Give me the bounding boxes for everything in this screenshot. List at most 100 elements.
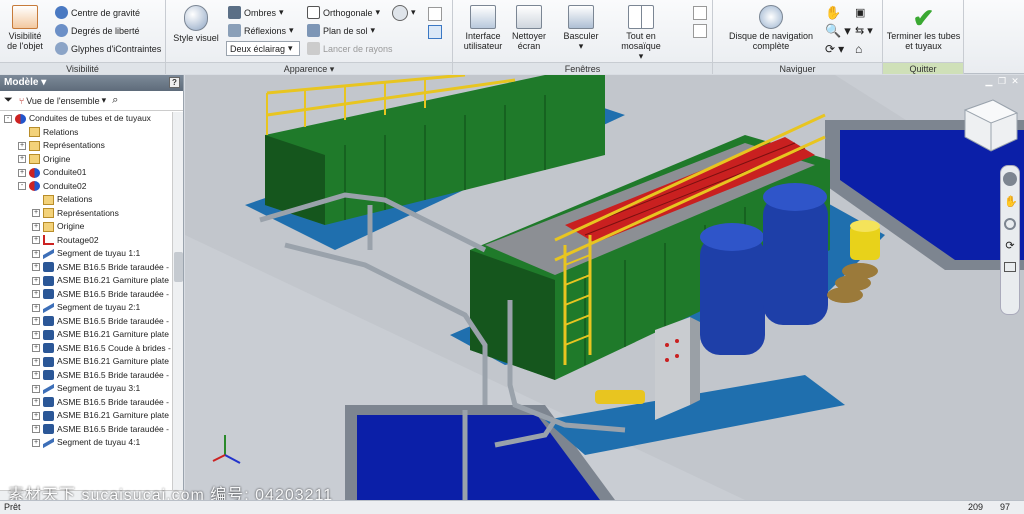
- zoom-nav-icon[interactable]: [1004, 218, 1016, 230]
- tree-expander-icon[interactable]: +: [32, 249, 40, 258]
- tree-node[interactable]: + Segment de tuyau 1:1: [0, 247, 172, 261]
- 3d-viewport[interactable]: ✋ ⟳: [185, 75, 1024, 500]
- tree-node[interactable]: + Segment de tuyau 2:1: [0, 301, 172, 315]
- ground-plane-dropdown[interactable]: Plan de sol ▾: [307, 23, 375, 38]
- tree-expander-icon[interactable]: +: [32, 438, 40, 447]
- tree-expander-icon[interactable]: +: [32, 344, 40, 353]
- tree-expander-icon[interactable]: +: [32, 411, 40, 420]
- tree-node[interactable]: - Conduite02: [0, 180, 172, 194]
- orbit-tool[interactable]: ⟳ ▾: [825, 41, 844, 56]
- tree-expander-icon[interactable]: +: [32, 317, 40, 326]
- filter-icon[interactable]: ⏷: [4, 94, 13, 107]
- grid-toggle-button[interactable]: [428, 25, 442, 39]
- tree-expander-icon[interactable]: +: [32, 276, 40, 285]
- browser-vertical-scrollbar[interactable]: [172, 112, 183, 492]
- tree-node[interactable]: + ASME B16.21 Garniture plate: [0, 274, 172, 288]
- cascade-button[interactable]: [693, 6, 707, 20]
- shadows-label: Ombres: [244, 7, 277, 18]
- tree-node[interactable]: + ASME B16.5 Bride taraudée -: [0, 369, 172, 383]
- tree-node[interactable]: + Origine: [0, 220, 172, 234]
- previous-view-tool[interactable]: ⇆ ▾: [855, 23, 873, 38]
- tree-expander-icon[interactable]: +: [32, 425, 40, 434]
- tree-node-label: Origine: [43, 153, 71, 164]
- tree-node[interactable]: + Origine: [0, 153, 172, 167]
- tree-expander-icon[interactable]: +: [32, 371, 40, 380]
- browser-help-button[interactable]: ?: [169, 77, 180, 88]
- close-icon[interactable]: ✕: [1010, 77, 1020, 86]
- degrees-of-freedom-toggle[interactable]: Degrés de liberté: [55, 23, 140, 38]
- tree-expander-icon[interactable]: +: [32, 357, 40, 366]
- tree-node[interactable]: + Représentations: [0, 207, 172, 221]
- tree-expander-icon[interactable]: +: [32, 209, 40, 218]
- tree-node[interactable]: + ASME B16.5 Coude à brides -: [0, 342, 172, 356]
- restore-icon[interactable]: ❐: [997, 77, 1007, 86]
- tree-node[interactable]: + Représentations: [0, 139, 172, 153]
- tree-node[interactable]: Relations: [0, 193, 172, 207]
- object-visibility-button[interactable]: Visibilité de l'objet: [4, 5, 46, 51]
- minimize-icon[interactable]: ▁: [984, 77, 994, 86]
- full-navigation-wheel-button[interactable]: Disque de navigation complète: [719, 5, 823, 51]
- tree-expander-icon[interactable]: [32, 196, 40, 204]
- folder-icon: [29, 140, 40, 151]
- find-binoculars-icon[interactable]: ⌕: [112, 94, 118, 107]
- tree-node[interactable]: - Conduites de tubes et de tuyaux: [0, 112, 172, 126]
- tree-node[interactable]: + ASME B16.5 Bride taraudée -: [0, 396, 172, 410]
- tree-expander-icon[interactable]: +: [32, 330, 40, 339]
- tree-node[interactable]: + Routage02: [0, 234, 172, 248]
- tree-node[interactable]: + ASME B16.21 Garniture plate: [0, 328, 172, 342]
- tree-node[interactable]: + ASME B16.5 Bride taraudée -: [0, 261, 172, 275]
- tree-expander-icon[interactable]: +: [32, 236, 40, 245]
- tile-all-button[interactable]: Tout en mosaïque ▾: [609, 5, 673, 61]
- look-at-nav-icon[interactable]: [1004, 262, 1016, 272]
- tree-node[interactable]: + ASME B16.21 Garniture plate: [0, 355, 172, 369]
- tree-expander-icon[interactable]: [18, 128, 26, 136]
- color-scheme-dropdown[interactable]: ▾: [392, 4, 416, 21]
- tree-node[interactable]: + ASME B16.5 Bride taraudée -: [0, 288, 172, 302]
- tree-expander-icon[interactable]: +: [32, 290, 40, 299]
- browser-header[interactable]: Modèle ▾ ?: [0, 75, 183, 91]
- tree-node[interactable]: + Conduite01: [0, 166, 172, 180]
- tree-node[interactable]: Relations: [0, 126, 172, 140]
- switch-window-button[interactable]: Basculer ▾: [557, 5, 605, 51]
- ray-tracing-button[interactable]: Lancer de rayons: [307, 41, 393, 56]
- tree-node[interactable]: + ASME B16.5 Bride taraudée -: [0, 423, 172, 437]
- tree-node[interactable]: + Segment de tuyau 3:1: [0, 382, 172, 396]
- center-of-gravity-toggle[interactable]: Centre de gravité: [55, 5, 140, 20]
- pan-tool[interactable]: ✋: [825, 5, 841, 20]
- scroll-thumb[interactable]: [174, 252, 183, 282]
- tree-node[interactable]: + ASME B16.21 Garniture plate: [0, 409, 172, 423]
- tree-expander-icon[interactable]: -: [18, 182, 26, 191]
- shadows-dropdown[interactable]: Ombres ▾: [228, 5, 284, 20]
- lighting-select[interactable]: Deux éclairag ▾: [226, 41, 300, 56]
- ground-plane-icon: [307, 24, 320, 37]
- tree-expander-icon[interactable]: +: [18, 155, 26, 164]
- tree-expander-icon[interactable]: +: [32, 222, 40, 231]
- projection-dropdown[interactable]: Orthogonale ▾: [307, 5, 380, 20]
- user-interface-button[interactable]: Interface utilisateur: [459, 5, 507, 51]
- reflections-dropdown[interactable]: Réflexions ▾: [228, 23, 294, 38]
- orbit-nav-icon[interactable]: ⟳: [1004, 240, 1016, 252]
- tree-node[interactable]: + Segment de tuyau 4:1: [0, 436, 172, 450]
- look-at-tool[interactable]: ▣: [855, 5, 865, 20]
- home-view-tool[interactable]: ⌂: [855, 41, 862, 56]
- arrange-button[interactable]: [693, 24, 707, 38]
- clean-screen-button[interactable]: Nettoyer écran: [507, 5, 551, 51]
- tree-expander-icon[interactable]: +: [32, 384, 40, 393]
- view-selector[interactable]: ⑂ Vue de l'ensemble ▾: [19, 95, 106, 106]
- view-selector-label: Vue de l'ensemble: [26, 95, 100, 106]
- tree-expander-icon[interactable]: +: [18, 168, 26, 177]
- icontraint-glyphs-toggle[interactable]: Glyphes d'iContraintes: [55, 41, 161, 56]
- visual-style-button[interactable]: Style visuel: [172, 5, 220, 43]
- tree-node[interactable]: + ASME B16.5 Bride taraudée -: [0, 315, 172, 329]
- steering-wheel-icon[interactable]: [1003, 172, 1017, 186]
- pan-icon[interactable]: ✋: [1004, 196, 1018, 208]
- tree-expander-icon[interactable]: +: [32, 303, 40, 312]
- appearance-extra-button[interactable]: [428, 7, 442, 21]
- zoom-tool[interactable]: 🔍 ▾: [825, 23, 851, 38]
- tree-expander-icon[interactable]: +: [32, 398, 40, 407]
- tree-expander-icon[interactable]: -: [4, 114, 12, 123]
- tree-expander-icon[interactable]: +: [18, 141, 26, 150]
- tree-expander-icon[interactable]: +: [32, 263, 40, 272]
- status-coord-x: 209: [968, 502, 984, 512]
- finish-tubes-pipes-button[interactable]: ✔ Terminer les tubes et tuyaux: [885, 5, 962, 51]
